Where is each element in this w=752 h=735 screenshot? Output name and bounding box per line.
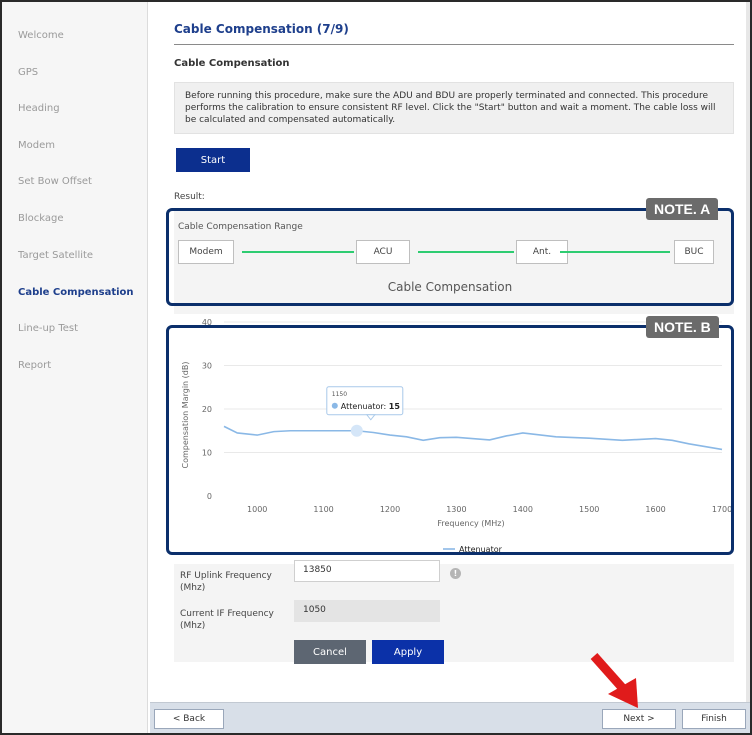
finish-button[interactable]: Finish <box>682 709 746 729</box>
sidebar-item-heading[interactable]: Heading <box>18 103 60 114</box>
if-frequency-field: 1050 <box>294 600 440 622</box>
info-icon[interactable]: ! <box>450 568 461 579</box>
red-arrow-icon <box>590 653 638 708</box>
wizard-sidebar: Welcome GPS Heading Modem Set Bow Offset… <box>2 2 148 733</box>
result-label: Result: <box>174 192 205 202</box>
note-b-label: NOTE. B <box>646 316 719 338</box>
cancel-button[interactable]: Cancel <box>294 640 366 664</box>
rf-uplink-label: RF Uplink Frequency (Mhz) <box>180 571 272 593</box>
page-title: Cable Compensation (7/9) <box>174 22 349 36</box>
if-frequency-label: Current IF Frequency (Mhz) <box>180 609 274 631</box>
section-title: Cable Compensation <box>174 58 290 69</box>
title-divider <box>174 44 734 45</box>
note-b-box <box>166 325 734 555</box>
start-button[interactable]: Start <box>176 148 250 172</box>
sidebar-item-gps[interactable]: GPS <box>18 67 38 78</box>
sidebar-item-welcome[interactable]: Welcome <box>18 30 64 41</box>
apply-button[interactable]: Apply <box>372 640 444 664</box>
sidebar-item-target-satellite[interactable]: Target Satellite <box>18 250 93 261</box>
sidebar-item-blockage[interactable]: Blockage <box>18 213 64 224</box>
rf-uplink-input[interactable]: 13850 <box>294 560 440 582</box>
note-a-box <box>166 208 734 306</box>
sidebar-item-set-bow-offset[interactable]: Set Bow Offset <box>18 176 92 187</box>
sidebar-item-line-up-test[interactable]: Line-up Test <box>18 323 78 334</box>
scrollbar[interactable] <box>746 2 750 702</box>
sidebar-item-cable-compensation[interactable]: Cable Compensation <box>18 287 134 298</box>
sidebar-item-report[interactable]: Report <box>18 360 51 371</box>
instruction-text: Before running this procedure, make sure… <box>174 82 734 134</box>
back-button[interactable]: < Back <box>154 709 224 729</box>
note-a-label: NOTE. A <box>646 198 719 220</box>
sidebar-item-modem[interactable]: Modem <box>18 140 55 151</box>
